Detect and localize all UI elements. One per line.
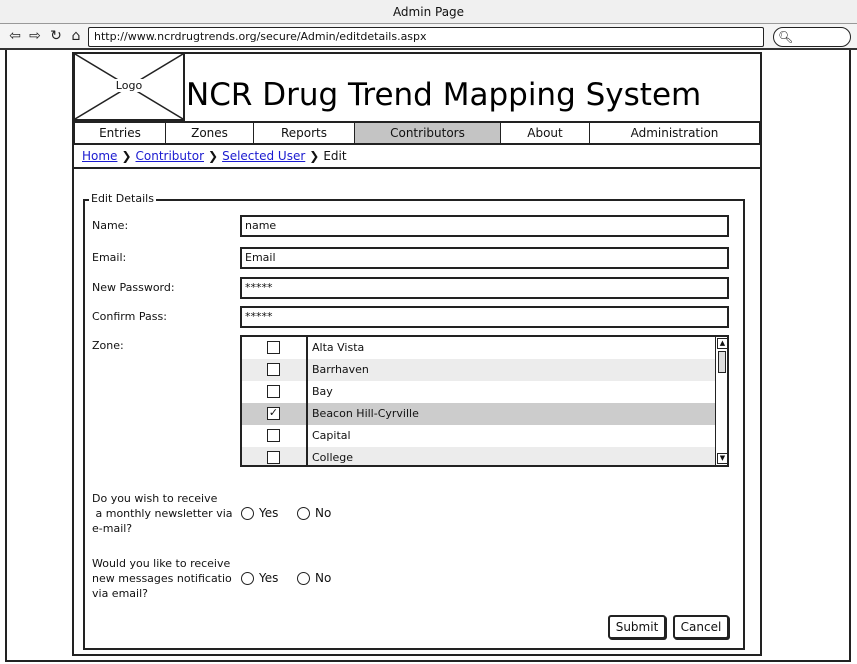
zone-row[interactable]: ✓ Beacon Hill-Cyrville	[242, 403, 715, 425]
newsletter-no-radio[interactable]	[297, 507, 310, 520]
notification-no-label: No	[315, 571, 332, 585]
zone-checkbox[interactable]	[267, 451, 280, 464]
newsletter-yes-radio[interactable]	[241, 507, 254, 520]
zone-list-scrollbar[interactable]: ▲ ▼	[715, 337, 727, 465]
email-field[interactable]: Email	[240, 247, 729, 269]
tab-entries[interactable]: Entries	[75, 123, 166, 143]
browser-search-box[interactable]: 🔍︎	[773, 27, 851, 47]
tab-contributors[interactable]: Contributors	[355, 123, 501, 143]
tab-administration[interactable]: Administration	[590, 123, 759, 143]
zone-checkbox[interactable]	[267, 341, 280, 354]
tab-zones[interactable]: Zones	[166, 123, 254, 143]
notification-no-radio[interactable]	[297, 572, 310, 585]
scroll-down-icon[interactable]: ▼	[717, 453, 727, 464]
name-field[interactable]: name	[240, 215, 729, 237]
zone-name: Capital	[312, 429, 351, 442]
newsletter-no-label: No	[315, 506, 332, 520]
url-text: http://www.ncrdrugtrends.org/secure/Admi…	[94, 30, 427, 43]
breadcrumb-current: Edit	[323, 149, 347, 163]
zone-row[interactable]: Capital	[242, 425, 715, 447]
zone-checkbox[interactable]	[267, 429, 280, 442]
zone-name: Bay	[312, 385, 333, 398]
chevron-right-icon: ❯	[309, 149, 320, 163]
chevron-right-icon: ❯	[208, 149, 219, 163]
notification-yes-label: Yes	[259, 571, 279, 585]
column-divider	[306, 337, 308, 465]
breadcrumb: Home ❯ Contributor ❯ Selected User ❯ Edit	[73, 145, 761, 169]
scroll-thumb[interactable]	[718, 351, 726, 373]
forward-arrow-icon[interactable]: ⇨	[26, 27, 44, 45]
zone-checkbox[interactable]	[267, 385, 280, 398]
main-nav: Entries Zones Reports Contributors About…	[73, 121, 761, 145]
zone-name: College	[312, 451, 354, 464]
tab-reports[interactable]: Reports	[254, 123, 355, 143]
fieldset-legend: Edit Details	[89, 192, 156, 205]
chevron-right-icon: ❯	[121, 149, 132, 163]
zone-name: Barrhaven	[312, 363, 369, 376]
zone-label: Zone:	[92, 339, 124, 352]
refresh-icon[interactable]: ↻	[47, 27, 65, 45]
scroll-up-icon[interactable]: ▲	[717, 338, 727, 349]
breadcrumb-selected-user-link[interactable]: Selected User	[222, 149, 305, 163]
zone-checkbox-checked[interactable]: ✓	[267, 407, 280, 420]
browser-toolbar: ⇦ ⇨ ↻ ⌂ http://www.ncrdrugtrends.org/sec…	[0, 24, 857, 50]
new-password-field[interactable]: *****	[240, 277, 729, 299]
zone-checkbox[interactable]	[267, 363, 280, 376]
search-icon: 🔍︎	[778, 30, 794, 44]
newsletter-yes-label: Yes	[259, 506, 279, 520]
email-label: Email:	[92, 251, 127, 264]
zone-row[interactable]: College	[242, 447, 715, 465]
window-title: Admin Page	[392, 5, 465, 19]
zone-list[interactable]: Alta Vista Barrhaven Bay ✓ Beacon Hill-C…	[240, 335, 729, 467]
zone-name: Beacon Hill-Cyrville	[312, 407, 419, 420]
url-bar[interactable]: http://www.ncrdrugtrends.org/secure/Admi…	[88, 27, 764, 47]
logo-label: Logo	[113, 79, 145, 92]
breadcrumb-home-link[interactable]: Home	[82, 149, 117, 163]
site-logo[interactable]: Logo	[73, 52, 185, 121]
newsletter-question: Do you wish to receive a monthly newslet…	[92, 492, 233, 535]
home-icon[interactable]: ⌂	[67, 27, 85, 45]
breadcrumb-contributor-link[interactable]: Contributor	[136, 149, 205, 163]
back-arrow-icon[interactable]: ⇦	[6, 27, 24, 45]
window-title-bar: Admin Page	[0, 0, 857, 24]
zone-row[interactable]: Alta Vista	[242, 337, 715, 359]
confirm-password-field[interactable]: *****	[240, 306, 729, 328]
tab-about[interactable]: About	[501, 123, 590, 143]
notification-yes-radio[interactable]	[241, 572, 254, 585]
zone-name: Alta Vista	[312, 341, 365, 354]
name-label: Name:	[92, 219, 129, 232]
new-password-label: New Password:	[92, 281, 175, 294]
confirm-password-label: Confirm Pass:	[92, 310, 167, 323]
zone-row[interactable]: Barrhaven	[242, 359, 715, 381]
site-title: NCR Drug Trend Mapping System	[186, 77, 702, 113]
zone-row[interactable]: Bay	[242, 381, 715, 403]
notification-question: Would you like to receive new messages n…	[92, 557, 232, 600]
cancel-button[interactable]: Cancel	[673, 615, 729, 639]
submit-button[interactable]: Submit	[608, 615, 666, 639]
